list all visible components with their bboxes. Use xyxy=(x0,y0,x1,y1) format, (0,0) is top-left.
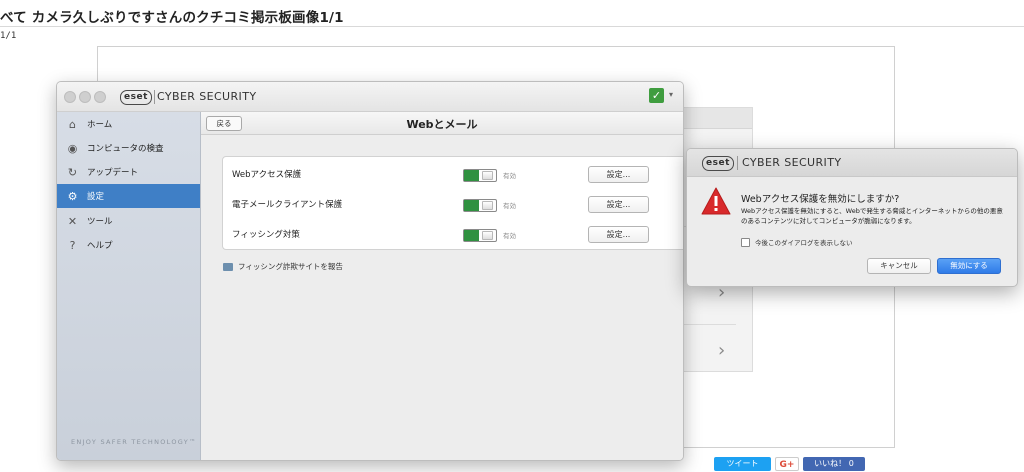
chevron-right-icon[interactable]: › xyxy=(718,340,725,361)
close-window-button[interactable] xyxy=(64,91,76,103)
settings-row-email-client: 電子メールクライアント保護 有効 設定... xyxy=(223,189,683,219)
sidebar-item-update[interactable]: ↻ アップデート xyxy=(57,160,200,184)
settings-row-web-access: Webアクセス保護 有効 設定... xyxy=(223,159,683,189)
check-icon[interactable]: ✓ xyxy=(649,88,664,103)
report-phishing-link[interactable]: フィッシング詐欺サイトを報告 xyxy=(223,261,343,272)
chevron-down-icon[interactable]: ▾ xyxy=(669,90,673,99)
help-icon: ? xyxy=(69,238,76,252)
sidebar-item-label: ツール xyxy=(87,217,113,227)
zoom-window-button[interactable] xyxy=(94,91,106,103)
sidebar-item-home[interactable]: ⌂ ホーム xyxy=(57,112,200,136)
dialog-message: Webアクセス保護を無効にすると、Webで発生する脅威とインターネットからの他の… xyxy=(741,207,1003,225)
image-counter: 1/1 xyxy=(0,31,17,41)
settings-list: Webアクセス保護 有効 設定... 電子メールクライアント保護 有効 設定..… xyxy=(222,156,683,250)
divider xyxy=(680,324,736,325)
sidebar: ⌂ ホーム ◉ コンピュータの検査 ↻ アップデート ⚙ 設定 ✕ ツール ? … xyxy=(57,112,201,460)
sidebar-item-help[interactable]: ? ヘルプ xyxy=(57,233,200,257)
disable-button[interactable]: 無効にする xyxy=(937,258,1001,274)
toggle-state-label: 有効 xyxy=(503,232,516,240)
web-access-toggle[interactable] xyxy=(463,169,497,182)
sidebar-item-label: ホーム xyxy=(87,120,113,130)
dialog-title: Webアクセス保護を無効にしますか? xyxy=(741,194,900,205)
update-icon: ↻ xyxy=(67,165,78,179)
minimize-window-button[interactable] xyxy=(79,91,91,103)
sidebar-item-label: 設定 xyxy=(87,192,105,202)
facebook-like-button[interactable]: いいね！ 0 xyxy=(803,457,865,471)
warning-icon xyxy=(701,187,731,215)
sidebar-item-label: コンピュータの検査 xyxy=(87,144,164,154)
web-access-settings-button[interactable]: 設定... xyxy=(588,166,649,183)
google-plus-button[interactable]: G+ xyxy=(775,457,799,471)
content-area: 戻る Webとメール Webアクセス保護 有効 設定... 電子メールクライアン… xyxy=(201,112,683,460)
row-label: 電子メールクライアント保護 xyxy=(232,200,343,210)
sidebar-item-label: アップデート xyxy=(87,168,139,178)
background-panel-header xyxy=(680,108,752,129)
sidebar-item-scan[interactable]: ◉ コンピュータの検査 xyxy=(57,136,200,160)
eset-logo: eset xyxy=(702,156,734,171)
checkbox-label: 今後このダイアログを表示しない xyxy=(755,239,853,247)
title-divider xyxy=(0,26,1024,27)
checkbox-box[interactable] xyxy=(741,237,750,247)
settings-row-antiphishing: フィッシング対策 有効 設定... xyxy=(223,219,683,249)
content-title: Webとメール xyxy=(406,118,478,131)
tweet-button[interactable]: ツイート xyxy=(714,457,771,471)
content-header: 戻る Webとメール xyxy=(201,112,683,135)
email-client-toggle[interactable] xyxy=(463,199,497,212)
logo-divider xyxy=(154,90,155,104)
gear-icon: ⚙ xyxy=(67,189,78,203)
page-title: べて カメラ久しぶりですさんのクチコミ掲示板画像1/1 xyxy=(0,10,344,26)
dialog-titlebar: eset CYBER SECURITY xyxy=(687,149,1017,177)
sidebar-tagline: ENJOY SAFER TECHNOLOGY™ xyxy=(71,438,197,446)
disable-confirm-dialog: eset CYBER SECURITY Webアクセス保護を無効にしますか? W… xyxy=(686,148,1018,287)
toggle-state-label: 有効 xyxy=(503,202,516,210)
sidebar-item-settings[interactable]: ⚙ 設定 xyxy=(57,184,200,208)
toggle-state-label: 有効 xyxy=(503,172,516,180)
app-name: CYBER SECURITY xyxy=(157,90,257,103)
antiphishing-settings-button[interactable]: 設定... xyxy=(588,226,649,243)
row-label: Webアクセス保護 xyxy=(232,170,302,180)
logo-divider xyxy=(737,156,738,170)
row-label: フィッシング対策 xyxy=(232,230,300,240)
tools-icon: ✕ xyxy=(67,214,78,228)
report-phishing-label: フィッシング詐欺サイトを報告 xyxy=(238,262,343,271)
eset-main-window: eset CYBER SECURITY ✓ ▾ ⌂ ホーム ◉ コンピュータの検… xyxy=(56,81,684,461)
comment-icon xyxy=(223,262,233,271)
antiphishing-toggle[interactable] xyxy=(463,229,497,242)
sidebar-item-label: ヘルプ xyxy=(87,241,113,251)
eset-logo: eset xyxy=(120,90,152,105)
dialog-app-name: CYBER SECURITY xyxy=(742,156,842,169)
dont-show-again-checkbox[interactable]: 今後このダイアログを表示しない xyxy=(741,237,853,247)
sidebar-item-tools[interactable]: ✕ ツール xyxy=(57,209,200,233)
email-client-settings-button[interactable]: 設定... xyxy=(588,196,649,213)
window-titlebar: eset CYBER SECURITY ✓ ▾ xyxy=(57,82,683,112)
cancel-button[interactable]: キャンセル xyxy=(867,258,931,274)
home-icon: ⌂ xyxy=(69,117,76,131)
scan-icon: ◉ xyxy=(67,141,78,155)
